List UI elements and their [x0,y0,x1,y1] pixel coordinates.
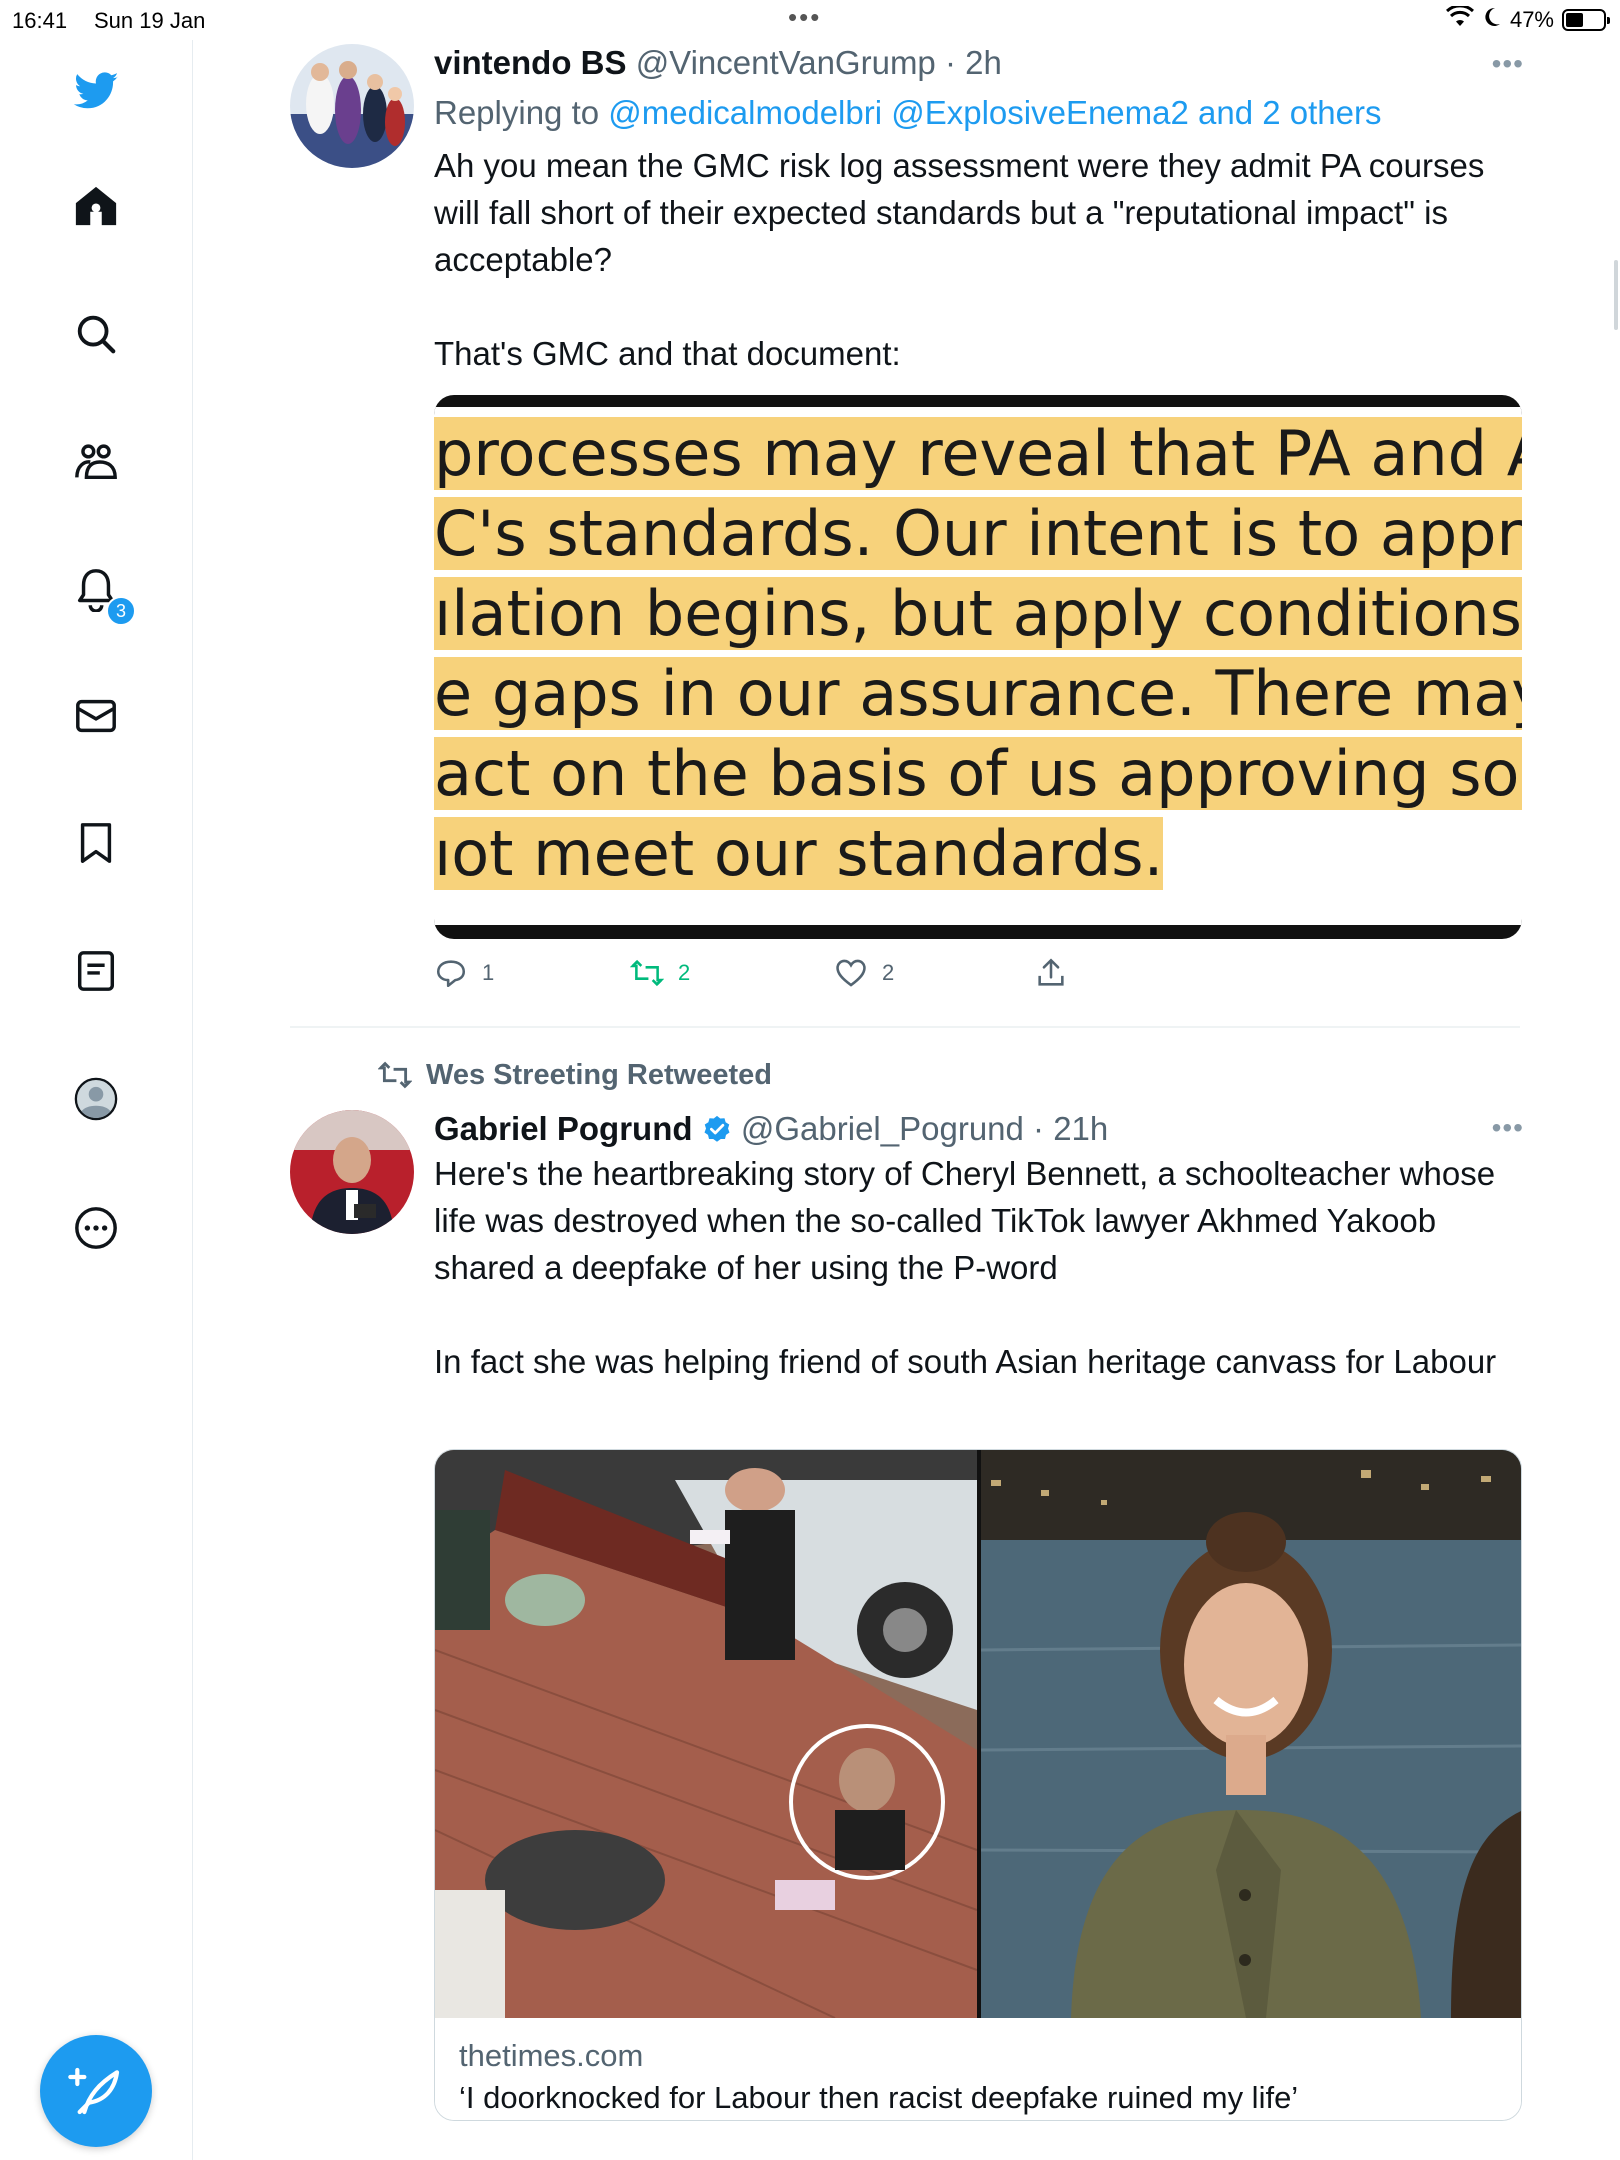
status-date: Sun 19 Jan [94,8,206,33]
like-button[interactable]: 2 [834,956,1034,990]
document-line: ılation begins, but apply conditions to … [434,577,1522,650]
twitter-bird-icon[interactable] [70,65,122,117]
scroll-indicator[interactable] [1614,260,1618,330]
card-photo-portrait [981,1450,1521,2018]
author-handle[interactable]: @VincentVanGrump [636,44,936,81]
messages-mail-icon[interactable] [70,690,122,742]
wifi-icon [1445,4,1474,34]
home-icon[interactable] [70,180,122,232]
tweet[interactable]: vintendo BS @VincentVanGrump · 2h ••• Re… [290,44,1523,1014]
replying-to: Replying to @medicalmodelbri @ExplosiveE… [434,94,1524,132]
profile-avatar-icon[interactable] [70,1073,122,1125]
status-right: 47% [1445,4,1610,34]
card-photo-doorstep [435,1450,977,2018]
more-icon[interactable]: ••• [1492,48,1524,80]
heart-icon [836,959,866,987]
card-title: ‘I doorknocked for Labour then racist de… [459,2080,1299,2115]
tweet-actions: 1 2 2 [434,956,1074,990]
more-options-icon[interactable] [70,1202,122,1254]
search-icon[interactable] [70,308,122,360]
communities-icon[interactable] [70,436,122,488]
retweet-icon [630,959,664,987]
author-name[interactable]: Gabriel Pogrund [434,1110,693,1147]
tweet-text: Here's the heartbreaking story of Cheryl… [434,1155,1497,1380]
replying-to-link[interactable]: @medicalmodelbri @ExplosiveEnema2 and 2 … [608,94,1381,131]
reply-button[interactable]: 1 [434,956,630,990]
document-line: ıot meet our standards. [434,817,1164,890]
tweet[interactable]: Gabriel Pogrund @Gabriel_Pogrund · 21h •… [290,1110,1523,2160]
retweeted-by-label: Wes Streeting Retweeted [426,1058,772,1091]
more-icon[interactable]: ••• [1492,1112,1524,1144]
document-line: processes may reveal that PA and AA co [434,417,1522,490]
card-domain: thetimes.com [459,2038,644,2073]
retweet-icon [378,1061,412,1089]
author-name[interactable]: vintendo BS [434,44,627,81]
reply-count: 1 [482,960,495,985]
retweet-button[interactable]: 2 [630,956,834,990]
avatar[interactable] [290,1110,414,1234]
lists-icon[interactable] [70,945,122,997]
retweeted-by[interactable]: Wes Streeting Retweeted [378,1058,772,1092]
compose-feather-icon [68,2067,120,2115]
document-line: C's standards. Our intent is to approve … [434,497,1522,570]
replying-prefix: Replying to [434,94,600,131]
status-bar: 16:41 Sun 19 Jan ••• 47% [0,0,1620,40]
avatar[interactable] [290,44,414,168]
verified-badge-icon [704,1115,730,1142]
battery-percent: 47% [1509,7,1554,32]
reply-icon [436,960,466,988]
tweet-text: Ah you mean the GMC risk log assessment … [434,147,1485,372]
card-footer[interactable]: thetimes.com ‘I doorknocked for Labour t… [435,2018,1521,2120]
compose-tweet-button[interactable] [40,2035,152,2147]
author-handle[interactable]: @Gabriel_Pogrund [741,1110,1024,1147]
sidebar: 3 [0,40,193,2160]
moon-icon [1482,6,1502,34]
bookmark-icon[interactable] [70,817,122,869]
share-icon [1038,958,1064,986]
document-line: e gaps in our assurance. There may be s [434,657,1522,730]
document-excerpt: processes may reveal that PA and AA co C… [434,407,1522,925]
tweet-header: Gabriel Pogrund @Gabriel_Pogrund · 21h [434,1110,1524,1148]
multitasking-dots-icon[interactable]: ••• [788,2,821,33]
share-button[interactable] [1034,956,1068,990]
notification-count-badge: 3 [106,596,136,626]
document-line: act on the basis of us approving someth [434,737,1522,810]
retweet-count: 2 [678,960,691,985]
tweet-separator [290,1026,1520,1028]
battery-icon [1562,9,1610,31]
link-card[interactable]: thetimes.com ‘I doorknocked for Labour t… [434,1449,1522,2121]
tweet-time[interactable]: · 21h [1033,1110,1108,1147]
status-time: 16:41 [12,8,68,33]
tweet-image[interactable]: processes may reveal that PA and AA co C… [434,395,1522,939]
tweet-time[interactable]: · 2h [945,44,1002,81]
like-count: 2 [882,960,895,985]
tweet-header: vintendo BS @VincentVanGrump · 2h [434,44,1524,82]
